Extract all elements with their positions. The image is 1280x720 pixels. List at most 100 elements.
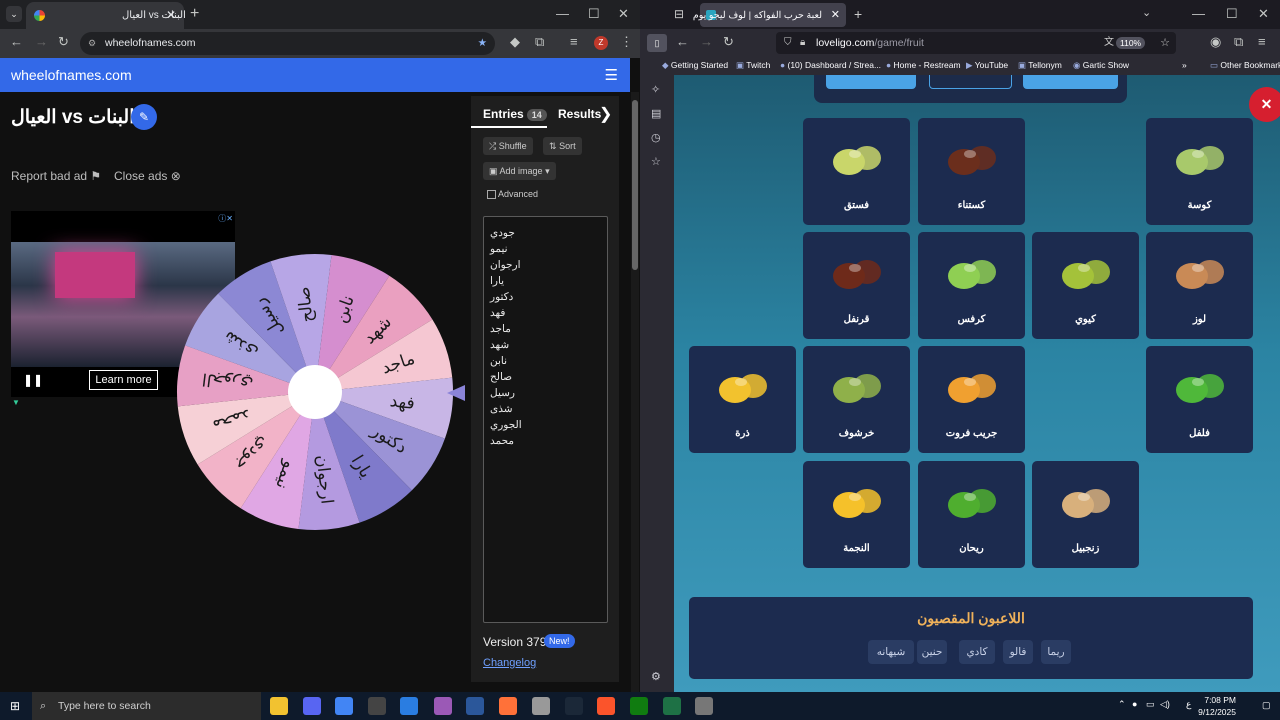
new-tab-button[interactable]: + <box>190 5 199 23</box>
tab-search-button[interactable]: ⌄ <box>6 6 22 22</box>
report-bad-ad-link[interactable]: Report bad ad ⚑ <box>11 169 101 183</box>
settings-gear-icon[interactable]: ⚙ <box>651 670 661 683</box>
close-window-button[interactable]: ✕ <box>1258 6 1269 22</box>
hamburger-menu-icon[interactable]: ☰ <box>605 66 618 84</box>
close-window-button[interactable]: ✕ <box>618 6 629 22</box>
steam-icon[interactable] <box>565 697 583 715</box>
fruit-card[interactable]: فستق <box>803 118 910 225</box>
fruit-card[interactable]: كوسة <box>1146 118 1253 225</box>
spin-wheel[interactable]: نابن شهد ماجد فهد دكتور يارا ارجوان نيمو جودي محم… <box>175 252 455 532</box>
fruit-card[interactable]: لوز <box>1146 232 1253 339</box>
reload-icon[interactable]: ↻ <box>723 34 734 50</box>
edit-title-button[interactable]: ✎ <box>131 104 157 130</box>
changelog-link[interactable]: Changelog <box>483 657 536 669</box>
obs-icon[interactable] <box>368 697 386 715</box>
fruit-card[interactable]: كرفس <box>918 232 1025 339</box>
adchoices-icon[interactable]: ▼ <box>12 398 20 407</box>
extensions-icon[interactable]: ⧉ <box>1234 34 1243 50</box>
bookmark-item[interactable]: ▶ YouTube <box>966 60 1008 71</box>
taskbar-clock[interactable]: 7:08 PM 9/12/2025 <box>1198 694 1236 718</box>
wheel-center-button[interactable] <box>288 365 342 419</box>
extension-diamond-icon[interactable]: ◆ <box>510 34 520 50</box>
maximize-button[interactable]: ☐ <box>1226 6 1238 22</box>
forward-icon[interactable]: → <box>35 34 48 49</box>
bookmark-item[interactable]: ● (10) Dashboard / Strea... <box>780 60 881 70</box>
close-tab-icon[interactable]: ✕ <box>166 8 176 22</box>
shield-icon[interactable]: ⛉ <box>784 32 792 54</box>
ad-info-icon[interactable]: ⓘ✕ <box>218 213 233 224</box>
bookmark-item[interactable]: ◆ Getting Started <box>662 60 728 71</box>
store-icon[interactable] <box>400 697 418 715</box>
scrollbar-thumb[interactable] <box>632 100 638 270</box>
learn-more-button[interactable]: Learn more <box>89 370 158 390</box>
windows-start-icon[interactable]: ⊞ <box>10 699 20 713</box>
fruit-card[interactable]: النجمة <box>803 461 910 568</box>
fruit-card[interactable]: قرنفل <box>803 232 910 339</box>
media-icon[interactable]: ≡ <box>570 34 578 49</box>
forward-icon[interactable]: → <box>700 34 713 49</box>
chrome-icon[interactable] <box>335 697 353 715</box>
address-bar[interactable]: wheelofnames.com ⚙ ★ <box>80 32 495 55</box>
sidebar-toggle-icon[interactable]: ▯ <box>647 34 667 52</box>
site-info-icon[interactable]: ⚙ <box>88 32 96 55</box>
site-brand[interactable]: wheelofnames.com <box>11 67 132 83</box>
fruit-card[interactable]: كيوي <box>1032 232 1139 339</box>
history-icon[interactable]: ◷ <box>651 131 661 144</box>
bookmark-item[interactable]: ▣ Tellonym <box>1018 60 1062 71</box>
fruit-card[interactable]: ريحان <box>918 461 1025 568</box>
zoom-indicator[interactable]: 110% <box>1116 37 1146 49</box>
page-scrollbar[interactable] <box>631 92 639 692</box>
discord-icon[interactable] <box>303 697 321 715</box>
fruit-card[interactable]: زنجبيل <box>1032 461 1139 568</box>
bookmark-item[interactable]: ▭ Other Bookmarks <box>1210 60 1280 71</box>
wheel-svg[interactable]: نابنشهدماجدفهددكتورياراارجواننيموجوديمحم… <box>175 252 455 532</box>
tray-network-icon[interactable]: ▭ <box>1146 699 1155 710</box>
notifications-icon[interactable]: ▢ <box>1262 700 1271 711</box>
top-button-right[interactable] <box>1023 75 1118 89</box>
extensions-icon[interactable]: ⧉ <box>535 34 544 50</box>
maximize-button[interactable]: ☐ <box>588 6 600 22</box>
tab-entries[interactable]: Entries 14 <box>483 107 547 121</box>
discord-ptb-icon[interactable] <box>434 697 452 715</box>
new-tab-button[interactable]: + <box>854 6 862 22</box>
bookmark-star-icon[interactable]: ☆ <box>1160 32 1170 54</box>
bookmark-item[interactable]: ● Home - Restream <box>886 60 961 70</box>
more-bookmarks-icon[interactable]: » <box>1182 60 1187 70</box>
chevron-right-icon[interactable]: ❯ <box>599 104 612 124</box>
settings-icon[interactable] <box>695 697 713 715</box>
tab-loveligo[interactable]: لعبة حرب الفواكه | لوف ليجو يوم ✕ <box>693 3 846 27</box>
fruit-card[interactable]: جريب فروت <box>918 346 1025 453</box>
checkbox-box[interactable] <box>487 190 496 200</box>
fruit-card[interactable]: ذرة <box>689 346 796 453</box>
app-icon[interactable] <box>532 697 550 715</box>
fruit-card[interactable]: كستناء <box>918 118 1025 225</box>
menu-icon[interactable]: ≡ <box>1258 34 1266 49</box>
sort-button[interactable]: ⇅ Sort <box>543 137 582 155</box>
advanced-checkbox[interactable]: Advanced <box>487 189 538 200</box>
pause-icon[interactable]: ❚❚ <box>23 373 43 387</box>
bookmark-item[interactable]: ▣ Twitch <box>736 60 770 71</box>
list-tabs-icon[interactable]: ⌄ <box>1142 6 1151 19</box>
tray-mic-icon[interactable]: ● <box>1132 699 1137 709</box>
back-icon[interactable]: ← <box>10 34 23 49</box>
tab-results[interactable]: Results <box>558 107 601 121</box>
tray-chevron-icon[interactable]: ⌃ <box>1118 699 1126 710</box>
taskbar-search[interactable]: ⌕ Type here to search <box>32 692 261 720</box>
fruit-card[interactable]: فلفل <box>1146 346 1253 453</box>
close-tab-icon[interactable]: ✕ <box>831 8 840 21</box>
file-explorer-icon[interactable] <box>270 697 288 715</box>
xbox-icon[interactable] <box>630 697 648 715</box>
shuffle-button[interactable]: ⤮ Shuffle <box>483 137 533 155</box>
excel-icon[interactable] <box>663 697 681 715</box>
tray-volume-icon[interactable]: ◁) <box>1160 699 1170 710</box>
back-icon[interactable]: ← <box>676 34 689 49</box>
top-button-left[interactable] <box>826 75 916 89</box>
top-button-middle[interactable] <box>929 75 1012 89</box>
input-language[interactable]: ع <box>1186 699 1191 710</box>
translate-icon[interactable]: 文 <box>1104 32 1114 54</box>
add-image-button[interactable]: ▣ Add image ▾ <box>483 162 556 180</box>
profile-avatar[interactable]: Z <box>594 36 608 50</box>
tab-wheelofnames[interactable]: العيال vs البنات ✕ <box>26 2 186 29</box>
close-ads-link[interactable]: Close ads ⊗ <box>114 169 181 183</box>
minimize-button[interactable]: — <box>1192 6 1205 21</box>
